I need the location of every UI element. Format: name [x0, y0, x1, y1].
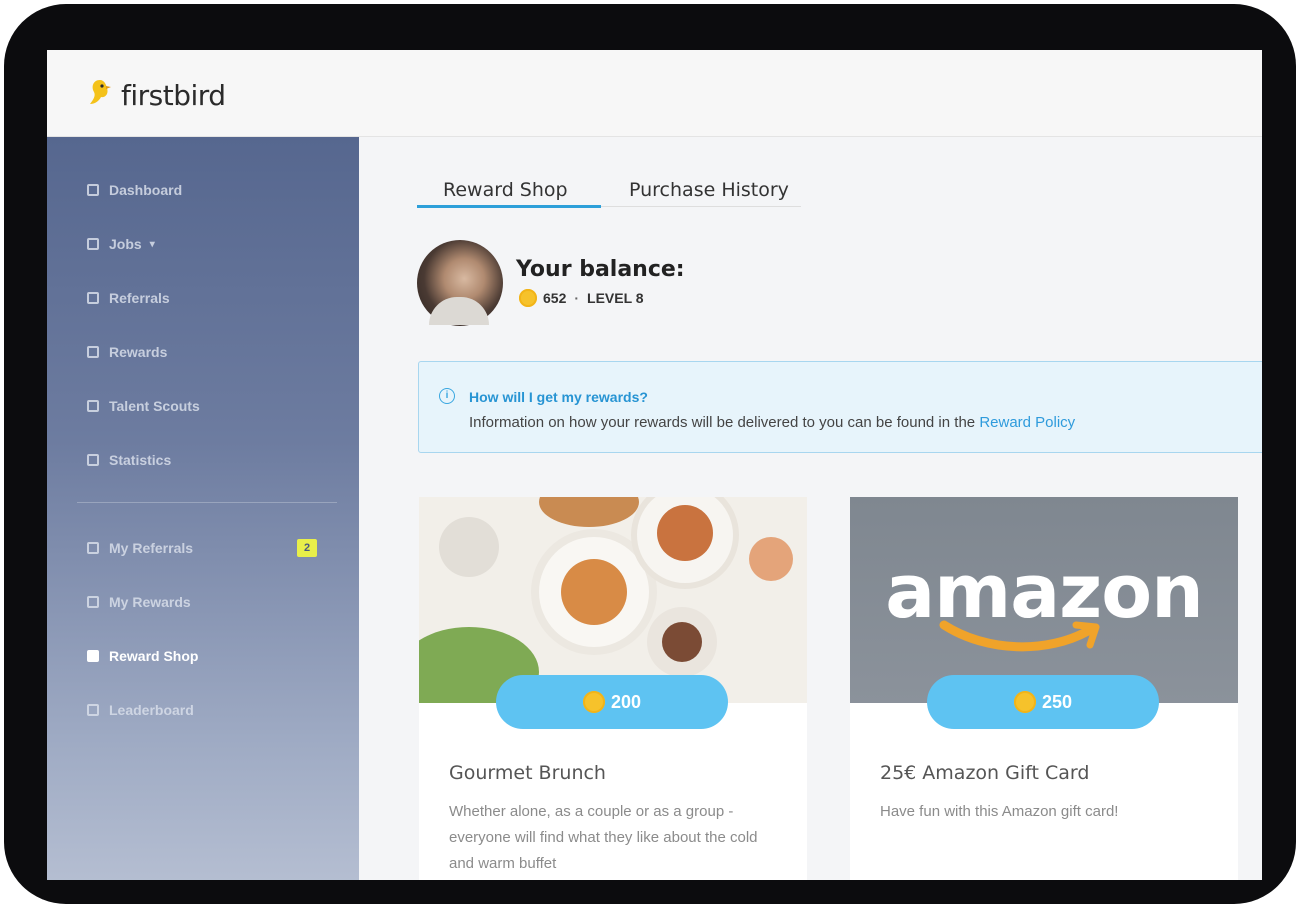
gift-icon [87, 596, 99, 608]
active-tab-indicator [417, 205, 601, 208]
sidebar-item-label: My Rewards [109, 594, 191, 610]
tab-purchase-history[interactable]: Purchase History [629, 179, 789, 201]
balance-level: LEVEL 8 [587, 290, 644, 306]
reward-policy-link[interactable]: Reward Policy [979, 414, 1075, 431]
price-value: 250 [1041, 691, 1073, 712]
shop-icon [87, 650, 99, 662]
balance-separator: · [574, 290, 580, 306]
sidebar-item-my-referrals[interactable]: My Referrals [87, 540, 193, 556]
sidebar-item-label: Talent Scouts [109, 398, 200, 414]
tab-reward-shop[interactable]: Reward Shop [443, 179, 568, 201]
tab-divider [601, 206, 801, 207]
amazon-smile-icon [939, 620, 1100, 652]
glass-shape [439, 517, 499, 577]
thumb-icon [87, 542, 99, 554]
sidebar-item-label: Reward Shop [109, 648, 199, 664]
dashboard-icon [87, 184, 99, 196]
chevron-down-icon: ▾ [149, 238, 155, 250]
fruit-shape [749, 537, 793, 581]
info-title: How will I get my rewards? [469, 389, 648, 405]
price-pill: 200 [496, 675, 728, 729]
product-description: Have fun with this Amazon gift card! [880, 803, 1119, 820]
sidebar-item-label: My Referrals [109, 540, 194, 556]
referrals-icon [87, 292, 99, 304]
sidebar-item-label: Dashboard [109, 182, 183, 198]
info-description: Information on how your rewards will be … [469, 414, 976, 431]
product-title: Gourmet Brunch [449, 762, 606, 784]
balance-row: 652 · LEVEL 8 [519, 289, 644, 307]
main-content: Reward Shop Purchase History Your balanc… [359, 137, 1262, 880]
coffee-shape [662, 622, 702, 662]
coin-icon [1013, 691, 1036, 713]
referrals-count-badge: 2 [297, 539, 317, 557]
trophy-icon [87, 346, 99, 358]
product-card-amazon[interactable]: amazon 250 25€ Amazon Gift Card Have fun… [850, 497, 1238, 880]
top-bar: firstbird [47, 50, 1262, 137]
leaderboard-icon [87, 704, 99, 716]
sidebar-item-label: Referrals [109, 290, 170, 306]
info-icon: i [439, 388, 455, 404]
sidebar: Dashboard Jobs ▾ Referrals Rewards Talen… [47, 137, 359, 880]
info-text: Information on how your rewards will be … [469, 414, 1075, 431]
food-shape [561, 559, 627, 625]
sidebar-item-reward-shop[interactable]: Reward Shop [87, 648, 198, 664]
product-title: 25€ Amazon Gift Card [880, 762, 1090, 784]
balance-title: Your balance: [516, 257, 685, 282]
sidebar-item-my-rewards[interactable]: My Rewards [87, 594, 191, 610]
bird-logo-icon [90, 80, 111, 104]
bread-shape [539, 497, 639, 527]
price-pill: 250 [927, 675, 1159, 729]
logo[interactable]: firstbird [87, 78, 226, 112]
amazon-image: amazon [850, 497, 1238, 703]
product-card-gourmet-brunch[interactable]: 200 Gourmet Brunch Whether alone, as a c… [419, 497, 807, 880]
sidebar-item-leaderboard[interactable]: Leaderboard [87, 702, 194, 718]
coin-icon [582, 691, 605, 713]
product-description: Whether alone, as a couple or as a group… [449, 803, 758, 872]
balance-points: 652 [543, 290, 567, 306]
sidebar-item-label: Rewards [109, 344, 168, 360]
sidebar-item-jobs[interactable]: Jobs ▾ [87, 236, 155, 252]
sidebar-item-label: Jobs [109, 236, 142, 252]
sidebar-item-dashboard[interactable]: Dashboard [87, 182, 182, 198]
sidebar-item-rewards[interactable]: Rewards [87, 344, 167, 360]
price-value: 200 [610, 691, 642, 712]
info-box: i How will I get my rewards? Information… [418, 361, 1262, 453]
sidebar-item-statistics[interactable]: Statistics [87, 452, 171, 468]
coin-icon [519, 289, 537, 307]
sidebar-divider [77, 502, 337, 503]
briefcase-icon [87, 238, 99, 250]
chart-icon [87, 454, 99, 466]
sidebar-item-talent-scouts[interactable]: Talent Scouts [87, 398, 200, 414]
app-screen: firstbird Dashboard Jobs ▾ Referrals Rew… [47, 50, 1262, 880]
device-frame: firstbird Dashboard Jobs ▾ Referrals Rew… [4, 4, 1296, 904]
brunch-image [419, 497, 807, 703]
users-icon [87, 400, 99, 412]
app-name: firstbird [121, 78, 226, 112]
sidebar-item-referrals[interactable]: Referrals [87, 290, 170, 306]
sidebar-item-label: Statistics [109, 452, 172, 468]
sidebar-item-label: Leaderboard [109, 702, 194, 718]
food-shape [657, 505, 713, 561]
